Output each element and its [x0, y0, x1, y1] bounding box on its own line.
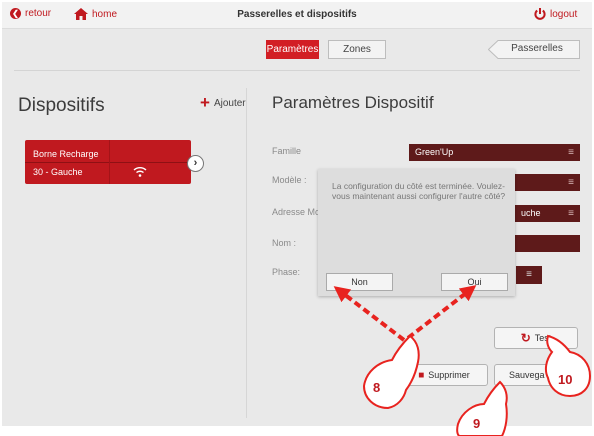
annotation-overlay: 8 9 10: [333, 285, 592, 436]
hand-pointer-icon: 8: [362, 334, 420, 410]
arrow-to-non: [333, 286, 406, 342]
callout-10: 10: [558, 372, 572, 387]
callout-9: 9: [473, 416, 480, 431]
callout-8: 8: [373, 380, 380, 395]
hand-pointer-icon: 10: [544, 334, 592, 398]
hand-pointer-icon: 9: [456, 380, 508, 436]
arrow-to-oui: [406, 285, 477, 340]
